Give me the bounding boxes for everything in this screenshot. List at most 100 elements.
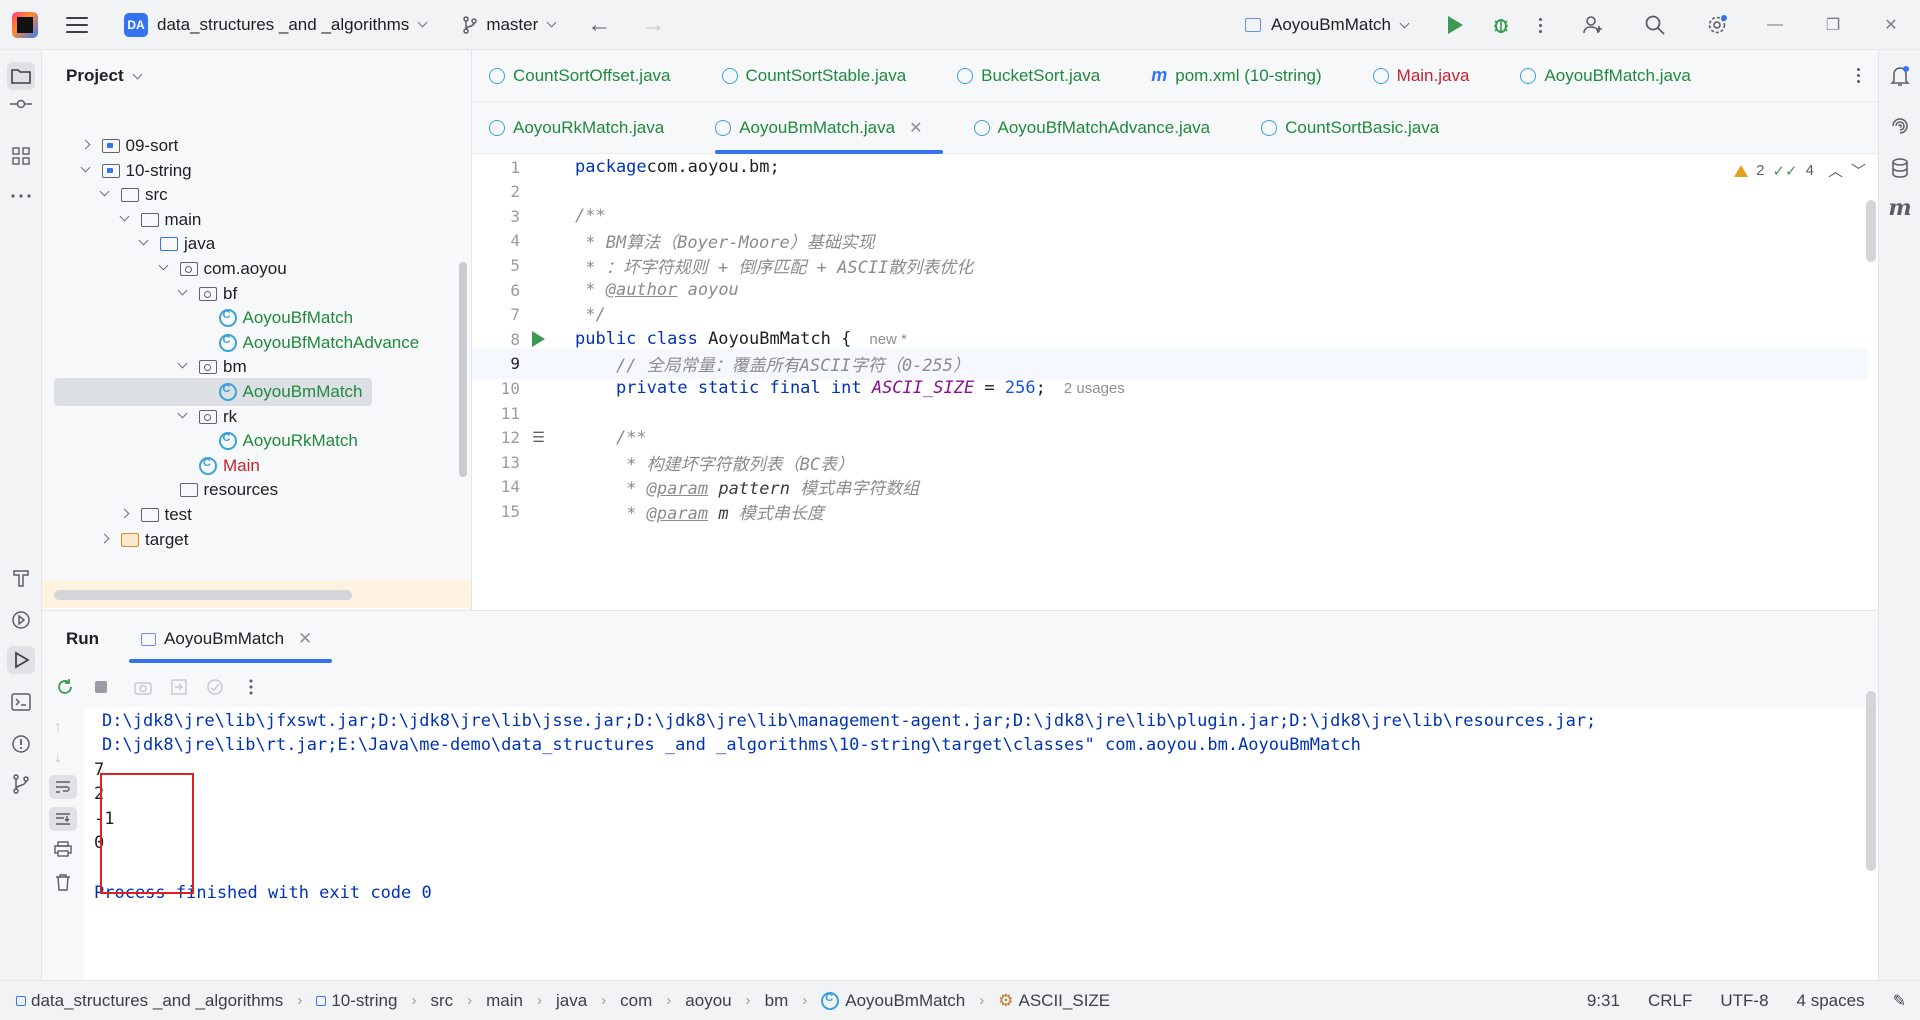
chevron-down-icon[interactable] (1399, 18, 1410, 28)
editor-tab[interactable]: AoyouRkMatch.java (489, 102, 664, 154)
editor-tab[interactable]: BucketSort.java (957, 50, 1100, 102)
editor-tab[interactable]: m pom.xml (10-string) (1151, 50, 1321, 102)
ai-assistant-icon[interactable] (1886, 112, 1914, 140)
branch-selector[interactable]: master (486, 15, 538, 35)
chevron-down-icon[interactable] (121, 215, 131, 225)
breadcrumb-item[interactable]: ASCII_SIZE (1019, 991, 1111, 1011)
console-output[interactable]: D:\jdk8\jre\lib\jfxswt.jar;D:\jdk8\jre\l… (84, 707, 1870, 981)
editor-tab[interactable]: AoyouBfMatch.java (1520, 50, 1691, 102)
chevron-right-icon[interactable] (121, 510, 131, 520)
intellij-logo-icon[interactable] (12, 11, 38, 38)
breadcrumb-item[interactable]: com (620, 991, 652, 1011)
editor-tab[interactable]: AoyouBfMatchAdvance.java (973, 102, 1210, 154)
inlay-hint[interactable]: 2 usages (1064, 380, 1125, 397)
rerun-icon[interactable] (56, 678, 74, 696)
notifications-icon[interactable] (1886, 62, 1914, 90)
close-tab-icon[interactable]: ✕ (298, 629, 312, 649)
chevron-down-icon[interactable] (140, 239, 150, 249)
back-arrow-icon[interactable]: ← (587, 11, 611, 39)
line-separator[interactable]: CRLF (1648, 991, 1692, 1011)
close-window-button[interactable]: ✕ (1862, 0, 1920, 50)
caret-position[interactable]: 9:31 (1587, 991, 1620, 1011)
run-gutter-icon[interactable] (532, 331, 545, 348)
chevron-down-icon[interactable] (101, 190, 111, 200)
chevron-down-icon[interactable] (179, 289, 189, 299)
build-tool-icon[interactable] (7, 564, 35, 592)
project-panel-title[interactable]: Project (42, 50, 471, 102)
project-name[interactable]: data_structures _and _algorithms (157, 15, 409, 35)
breadcrumb-item[interactable]: bm (765, 991, 789, 1011)
chevron-down-icon[interactable]: ﹀ (1851, 160, 1866, 181)
editor-tab[interactable]: CountSortStable.java (721, 50, 906, 102)
editor-tab[interactable]: CountSortBasic.java (1261, 102, 1439, 154)
add-user-icon[interactable] (1582, 14, 1604, 36)
editor-scrollbar[interactable] (1866, 200, 1876, 262)
editor-tab[interactable]: Main.java (1372, 50, 1469, 102)
soft-wrap-icon[interactable] (49, 775, 77, 799)
commit-tool-icon[interactable] (7, 90, 35, 118)
more-actions-icon[interactable] (1539, 17, 1542, 33)
more-tools-icon[interactable] (7, 182, 35, 210)
inspection-widget[interactable]: 2 ✓✓ 4 ︿ ﹀ (1734, 160, 1866, 181)
breadcrumb-item[interactable]: java (556, 991, 587, 1011)
print-icon[interactable] (54, 841, 72, 862)
stop-icon[interactable] (92, 678, 110, 696)
up-arrow-icon[interactable]: ↑ (54, 719, 62, 737)
camera-icon[interactable] (134, 678, 152, 696)
file-encoding[interactable]: UTF-8 (1720, 991, 1768, 1011)
scroll-to-end-icon[interactable] (49, 807, 77, 831)
chevron-down-icon[interactable] (179, 412, 189, 422)
project-scrollbar[interactable] (459, 262, 467, 477)
editor-tab[interactable]: AoyouBmMatch.java ✕ (715, 102, 943, 154)
indent-setting[interactable]: 4 spaces (1797, 991, 1865, 1011)
breadcrumb-item[interactable]: data_structures _and _algorithms (31, 991, 283, 1011)
code-area[interactable]: 1 packagecom.aoyou.bm; 2 3/** 4 * BM算法（Boyer… (472, 154, 1878, 610)
search-icon[interactable] (1644, 14, 1666, 36)
chevron-right-icon[interactable] (101, 535, 111, 545)
breadcrumb-item[interactable]: aoyou (685, 991, 731, 1011)
chevron-down-icon[interactable] (179, 362, 189, 372)
tree-item[interactable]: target (42, 526, 188, 554)
run-tab[interactable]: AoyouBmMatch ✕ (129, 611, 333, 667)
edit-lock-icon[interactable]: ✎ (1893, 991, 1906, 1011)
more-run-actions-icon[interactable] (242, 678, 260, 696)
editor-tab[interactable]: CountSortOffset.java (489, 50, 671, 102)
chevron-down-icon[interactable] (132, 69, 143, 79)
maven-icon[interactable]: m (1886, 194, 1914, 222)
breadcrumb-item[interactable]: AoyouBmMatch (845, 991, 965, 1011)
main-menu-icon[interactable] (66, 16, 88, 33)
services-tool-icon[interactable] (7, 606, 35, 634)
chevron-down-icon[interactable] (417, 17, 428, 28)
problems-tool-icon[interactable] (7, 730, 35, 758)
close-tab-icon[interactable]: ✕ (909, 118, 922, 138)
code-line[interactable]: 15 * @param m 模式串长度 (472, 496, 1868, 526)
run-config-selector[interactable]: AoyouBmMatch (1271, 15, 1391, 35)
project-tool-icon[interactable] (7, 62, 35, 90)
structure-tool-icon[interactable] (7, 142, 35, 170)
tab-more-icon[interactable] (1857, 68, 1860, 83)
coverage-icon[interactable] (206, 678, 224, 696)
terminal-tool-icon[interactable] (7, 688, 35, 716)
chevron-down-icon[interactable] (546, 17, 557, 28)
chevron-down-icon[interactable] (160, 264, 170, 274)
breadcrumb-item[interactable]: src (430, 991, 453, 1011)
breadcrumb-item[interactable]: 10-string (331, 991, 397, 1011)
run-panel-title[interactable]: Run (66, 629, 99, 649)
minimize-button[interactable]: — (1746, 0, 1804, 50)
git-tool-icon[interactable] (7, 770, 35, 798)
database-icon[interactable] (1886, 154, 1914, 182)
breadcrumb-item[interactable]: main (486, 991, 523, 1011)
chevron-up-icon[interactable]: ︿ (1828, 160, 1843, 181)
forward-arrow-icon[interactable]: → (641, 11, 665, 39)
project-badge[interactable]: DA (124, 12, 148, 37)
chevron-down-icon[interactable] (82, 166, 92, 176)
restore-button[interactable]: ❐ (1804, 0, 1862, 50)
chevron-right-icon[interactable] (82, 141, 92, 151)
debug-icon[interactable] (1491, 15, 1511, 35)
down-arrow-icon[interactable]: ↓ (54, 749, 62, 767)
run-icon[interactable] (1448, 16, 1463, 34)
render-doc-icon[interactable]: ☰ (532, 430, 545, 446)
restore-layout-icon[interactable] (170, 678, 188, 696)
project-horizontal-scrollbar[interactable] (54, 590, 352, 600)
inlay-hint[interactable]: new * (869, 331, 907, 348)
